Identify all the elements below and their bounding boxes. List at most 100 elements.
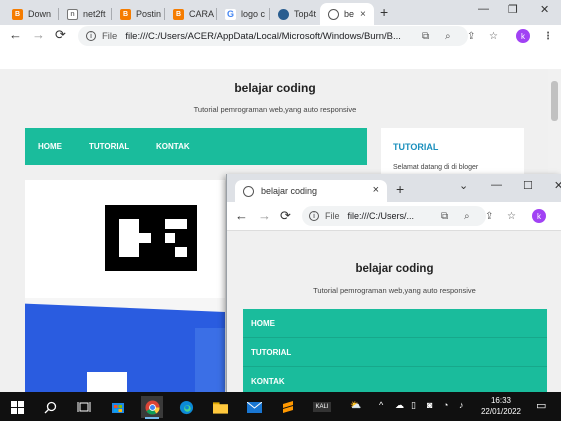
edge-app[interactable] — [175, 396, 197, 418]
clock-date: 22/01/2022 — [480, 407, 522, 416]
url-text[interactable]: file:///C:/Users/ACER/AppData/Local/Micr… — [125, 31, 401, 42]
chrome-app[interactable] — [141, 396, 163, 419]
search-icon — [44, 401, 56, 413]
system-clock[interactable]: 16:33 22/01/2022 — [477, 395, 525, 417]
kali-app[interactable]: KALI — [311, 396, 333, 418]
forward-button[interactable]: → — [258, 208, 271, 223]
tab-top4top[interactable]: Top4t — [270, 3, 320, 25]
globe-icon — [328, 8, 339, 20]
translate-icon[interactable]: ⧉ — [441, 211, 448, 222]
css-shield-graphic — [25, 298, 225, 392]
page-subtitle: Tutorial pemrograman web,yang auto respo… — [193, 105, 357, 114]
volume-icon[interactable]: ♪ — [459, 400, 464, 410]
back-button[interactable]: ← — [235, 208, 248, 223]
show-hidden-icons-button[interactable]: ^ — [379, 400, 383, 410]
profile-avatar[interactable]: k — [532, 209, 546, 223]
tab-strip: B Down n net2ft B Postin B CARA G logo c… — [0, 0, 561, 25]
tab-belajar-coding[interactable]: be × — [320, 3, 374, 25]
share-icon[interactable]: ⇪ — [485, 211, 493, 222]
css-logo-image — [105, 205, 225, 271]
browser-toolbar: ← → ⟳ i File file:///C:/Users/ACER/AppDa… — [0, 25, 561, 47]
tab-label: net2ft — [83, 9, 106, 19]
tab-net2ftp[interactable]: n net2ft — [59, 3, 112, 25]
url-text[interactable]: file:///C:/Users/... — [348, 211, 415, 221]
site-icon — [278, 8, 289, 20]
share-icon[interactable]: ⇪ — [467, 31, 475, 42]
address-bar[interactable]: i File file:///C:/Users/... — [302, 206, 486, 226]
close-tab-icon[interactable]: × — [360, 9, 366, 20]
tab-posting[interactable]: B Postin — [112, 3, 165, 25]
tab-cara[interactable]: B CARA — [165, 3, 217, 25]
page-subtitle: Tutorial pemrograman web,yang auto respo… — [313, 286, 476, 295]
task-view-icon — [77, 402, 91, 412]
scrollbar-thumb[interactable] — [551, 81, 558, 121]
back-button[interactable]: ← — [9, 27, 22, 42]
mobile-nav-menu: HOME TUTORIAL KONTAK — [243, 309, 547, 392]
zoom-icon[interactable]: ⌕ — [464, 211, 470, 222]
close-tab-icon[interactable]: × — [373, 184, 379, 196]
tab-belajar-coding[interactable]: belajar coding × — [235, 180, 387, 202]
mail-app[interactable] — [243, 396, 265, 418]
reload-button[interactable]: ⟳ — [55, 27, 66, 43]
folder-icon — [212, 401, 228, 414]
sublime-text-app[interactable] — [277, 396, 299, 418]
onedrive-icon[interactable]: ☁ — [395, 400, 404, 411]
top-navbar: HOME TUTORIAL KONTAK — [25, 128, 367, 165]
sidebar-text: Selamat datang di di bloger — [393, 164, 479, 171]
translate-icon[interactable]: ⧉ — [422, 31, 429, 42]
zoom-icon[interactable]: ⌕ — [445, 31, 451, 42]
start-button[interactable] — [6, 396, 28, 418]
nav-tutorial-link[interactable]: TUTORIAL — [89, 142, 129, 151]
globe-icon — [243, 185, 254, 197]
restore-button[interactable]: ❐ — [508, 3, 518, 16]
close-window-button[interactable]: ✕ — [554, 179, 561, 192]
tab-label: belajar coding — [261, 186, 318, 196]
clock-time: 16:33 — [490, 396, 512, 405]
info-icon[interactable]: i — [309, 211, 319, 221]
tab-search-icon[interactable]: ⌄ — [459, 179, 468, 192]
reload-button[interactable]: ⟳ — [280, 208, 291, 224]
nav-home-link[interactable]: HOME — [38, 142, 62, 151]
tab-label: Top4t — [294, 9, 317, 19]
tab-logo[interactable]: G logo c — [217, 3, 270, 25]
address-bar[interactable]: i File file:///C:/Users/ACER/AppData/Loc… — [78, 26, 468, 46]
google-icon: G — [225, 8, 236, 20]
network-icon[interactable]: ◙ — [427, 400, 432, 410]
scheme-label: File — [325, 211, 340, 221]
nav-tutorial-link[interactable]: TUTORIAL — [243, 338, 547, 367]
windows-logo-icon — [10, 400, 24, 414]
battery-icon[interactable]: ▯ — [411, 400, 416, 411]
tab-downloads[interactable]: B Down — [4, 3, 59, 25]
blogger-icon: B — [120, 8, 131, 20]
nav-home-link[interactable]: HOME — [243, 309, 547, 338]
wifi-icon[interactable]: ◔ — [443, 400, 448, 410]
nav-kontak-link[interactable]: KONTAK — [243, 367, 547, 392]
file-explorer-app[interactable] — [209, 396, 231, 418]
bookmark-star-icon[interactable]: ☆ — [489, 31, 498, 42]
minimize-button[interactable]: — — [478, 3, 489, 15]
page-title: belajar coding — [234, 81, 316, 95]
page-title: belajar coding — [355, 263, 434, 275]
profile-avatar[interactable]: k — [516, 29, 530, 43]
info-icon[interactable]: i — [86, 31, 96, 41]
close-window-button[interactable]: ✕ — [540, 3, 549, 16]
search-button[interactable] — [39, 396, 61, 418]
new-tab-button[interactable]: + — [396, 181, 404, 197]
maximize-button[interactable]: ☐ — [523, 179, 533, 192]
browser-window-front: belajar coding × + ⌄ — ☐ ✕ ← → ⟳ i File … — [226, 174, 561, 392]
scheme-label: File — [102, 30, 118, 42]
kali-icon: KALI — [313, 402, 331, 412]
minimize-button[interactable]: — — [491, 179, 502, 191]
store-app[interactable] — [107, 396, 129, 418]
bookmark-star-icon[interactable]: ☆ — [507, 211, 516, 222]
sublime-icon — [283, 401, 293, 413]
task-view-button[interactable] — [73, 396, 95, 418]
nav-kontak-link[interactable]: KONTAK — [156, 142, 190, 151]
weather-icon[interactable]: ⛅ — [350, 400, 361, 411]
new-tab-button[interactable]: + — [380, 4, 388, 20]
tab-label: logo c — [241, 9, 266, 19]
store-icon — [112, 403, 124, 413]
menu-dots-icon[interactable]: ⋮ — [543, 31, 553, 42]
notification-icon[interactable]: ▭ — [536, 399, 546, 412]
forward-button[interactable]: → — [32, 27, 45, 42]
